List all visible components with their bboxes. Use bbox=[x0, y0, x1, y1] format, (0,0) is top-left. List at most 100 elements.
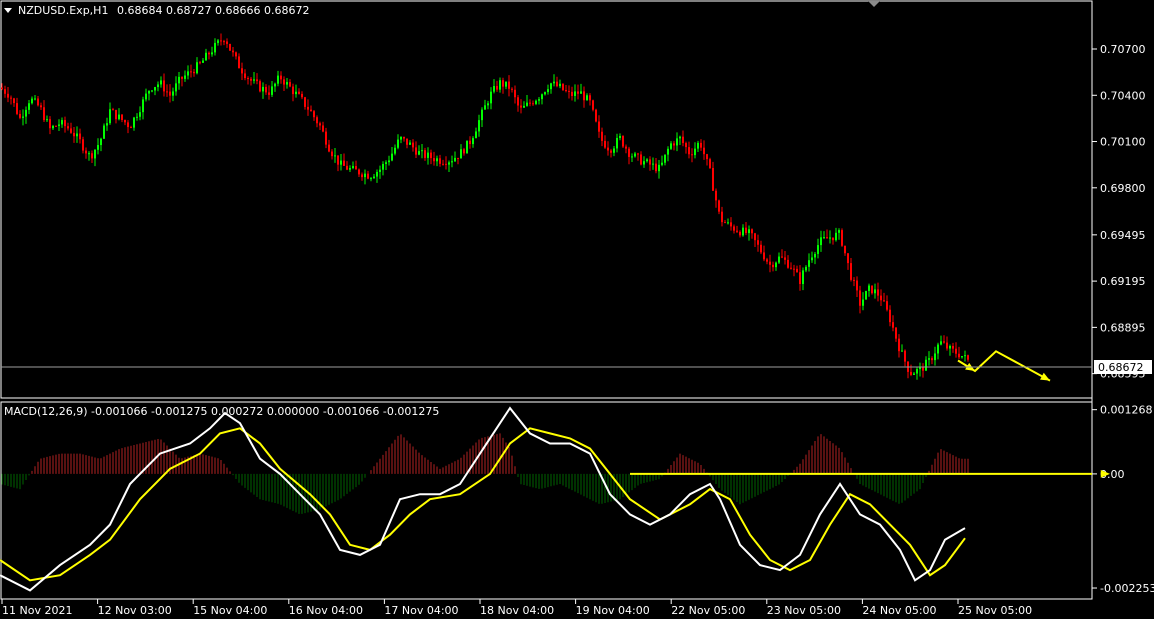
candle-body bbox=[466, 140, 468, 154]
candle-body bbox=[943, 341, 945, 343]
candle-body bbox=[553, 81, 555, 84]
candle-body bbox=[331, 151, 333, 157]
macd-label: MACD(12,26,9) -0.001066 -0.001275 0.0002… bbox=[4, 405, 439, 418]
candle-body bbox=[205, 52, 207, 61]
candle-body bbox=[451, 161, 453, 163]
candle-body bbox=[52, 125, 54, 129]
candle-body bbox=[238, 56, 240, 69]
candle-body bbox=[691, 154, 693, 156]
candle-body bbox=[736, 230, 738, 232]
candle-body bbox=[571, 91, 573, 97]
candle-body bbox=[502, 80, 504, 87]
candle-body bbox=[271, 86, 273, 95]
candle-body bbox=[655, 163, 657, 172]
candle-body bbox=[646, 159, 648, 162]
candle-body bbox=[619, 136, 621, 138]
candle-body bbox=[349, 168, 351, 170]
candle-body bbox=[946, 342, 948, 349]
candle-body bbox=[226, 41, 228, 44]
candle-body bbox=[604, 140, 606, 148]
candle-body bbox=[775, 262, 777, 268]
time-tick-label: 11 Nov 2021 bbox=[2, 604, 72, 617]
scroll-marker-icon[interactable] bbox=[868, 1, 880, 7]
candle-body bbox=[49, 119, 51, 129]
candle-body bbox=[100, 138, 102, 146]
candle-body bbox=[322, 125, 324, 132]
candle-body bbox=[340, 160, 342, 165]
candle-body bbox=[694, 148, 696, 156]
candle-body bbox=[598, 121, 600, 132]
candle-body bbox=[916, 369, 918, 374]
candle-body bbox=[97, 145, 99, 150]
candle-body bbox=[562, 83, 564, 91]
candle-body bbox=[355, 166, 357, 170]
candle-body bbox=[199, 62, 201, 64]
candle-body bbox=[748, 229, 750, 234]
candle-body bbox=[298, 91, 300, 94]
candle-body bbox=[721, 211, 723, 223]
candle-body bbox=[142, 99, 144, 113]
candle-body bbox=[7, 93, 9, 98]
candle-body bbox=[241, 68, 243, 74]
candle-body bbox=[46, 119, 48, 121]
candle-body bbox=[550, 83, 552, 90]
macd-tick-label: -0.002253 bbox=[1100, 582, 1154, 595]
candle-body bbox=[307, 106, 309, 110]
candle-body bbox=[628, 148, 630, 157]
candle-body bbox=[928, 358, 930, 360]
candle-body bbox=[130, 127, 132, 129]
candle-body bbox=[274, 83, 276, 87]
candle-body bbox=[787, 259, 789, 268]
candle-body bbox=[109, 109, 111, 124]
candle-body bbox=[826, 237, 828, 239]
time-axis-ticks: 11 Nov 2021 12 Nov 03:00 15 Nov 04:00 16 No… bbox=[1, 599, 1032, 617]
candle-body bbox=[247, 78, 249, 80]
candle-body bbox=[697, 142, 699, 149]
candle-body bbox=[601, 131, 603, 141]
candle-body bbox=[409, 142, 411, 145]
candle-body bbox=[637, 153, 639, 155]
candle-body bbox=[196, 62, 198, 74]
candle-body bbox=[442, 163, 444, 165]
candle-body bbox=[388, 160, 390, 163]
candle-body bbox=[568, 90, 570, 92]
candle-body bbox=[13, 98, 15, 104]
candle-body bbox=[211, 52, 213, 55]
ohlc-label: 0.68684 0.68727 0.68666 0.68672 bbox=[117, 4, 309, 17]
trading-chart: 0.70700 0.70400 0.70100 0.69800 0.69495 0.691… bbox=[0, 0, 1154, 617]
candle-body bbox=[280, 75, 282, 80]
candle-body bbox=[634, 153, 636, 157]
candle-body bbox=[760, 244, 762, 253]
candle-body bbox=[82, 139, 84, 151]
candle-body bbox=[457, 157, 459, 159]
candle-body bbox=[157, 84, 159, 88]
candle-body bbox=[172, 91, 174, 96]
candle-body bbox=[538, 99, 540, 101]
candle-body bbox=[16, 103, 18, 114]
candle-body bbox=[376, 171, 378, 177]
candle-body bbox=[577, 91, 579, 94]
candle-body bbox=[733, 226, 735, 231]
candle-body bbox=[937, 344, 939, 354]
candle-body bbox=[115, 109, 117, 120]
candle-body bbox=[841, 230, 843, 246]
candle-body bbox=[814, 253, 816, 258]
candle-body bbox=[208, 52, 210, 55]
candle-body bbox=[403, 136, 405, 139]
symbol-dropdown-icon[interactable] bbox=[4, 8, 12, 13]
candle-body bbox=[964, 355, 966, 357]
time-tick-label: 25 Nov 05:00 bbox=[958, 604, 1032, 617]
candle-body bbox=[91, 153, 93, 159]
candle-body bbox=[373, 176, 375, 179]
candle-body bbox=[61, 120, 63, 125]
macd-lines bbox=[0, 406, 966, 592]
candle-body bbox=[55, 125, 57, 127]
candle-body bbox=[508, 81, 510, 89]
candle-body bbox=[283, 79, 285, 85]
candle-body bbox=[334, 155, 336, 157]
candle-body bbox=[703, 147, 705, 155]
candle-body bbox=[70, 128, 72, 133]
current-price-label: 0.68672 bbox=[1098, 361, 1144, 374]
candle-body bbox=[805, 266, 807, 271]
candle-body bbox=[685, 143, 687, 148]
